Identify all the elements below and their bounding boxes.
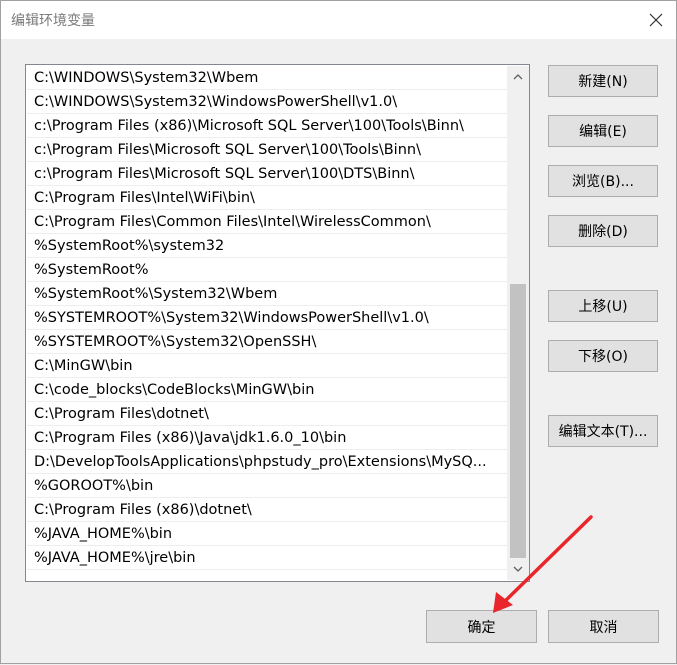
edit-text-button[interactable]: 编辑文本(T)... [548, 415, 658, 447]
scrollbar-thumb[interactable] [510, 284, 526, 558]
cancel-button[interactable]: 取消 [548, 610, 659, 643]
path-list-item[interactable]: c:\Program Files\Microsoft SQL Server\10… [27, 162, 507, 186]
path-list-item[interactable]: %SystemRoot%\system32 [27, 234, 507, 258]
close-icon [649, 13, 663, 27]
path-list-item[interactable]: c:\Program Files\Microsoft SQL Server\10… [27, 138, 507, 162]
path-list-item[interactable]: C:\WINDOWS\System32\Wbem [27, 66, 507, 90]
path-list-item[interactable]: C:\Program Files\Intel\WiFi\bin\ [27, 186, 507, 210]
path-list-item[interactable]: C:\Program Files (x86)\Java\jdk1.6.0_10\… [27, 426, 507, 450]
path-list-item[interactable]: %JAVA_HOME%\jre\bin [27, 546, 507, 570]
path-list-item[interactable]: C:\Program Files\Common Files\Intel\Wire… [27, 210, 507, 234]
path-list-item[interactable]: C:\MinGW\bin [27, 354, 507, 378]
path-list-item[interactable]: %GOROOT%\bin [27, 474, 507, 498]
vertical-scrollbar[interactable] [507, 66, 529, 580]
title-bar: 编辑环境变量 [1, 1, 676, 39]
path-list-item[interactable]: %SYSTEMROOT%\System32\WindowsPowerShell\… [27, 306, 507, 330]
scroll-down-button[interactable] [507, 558, 529, 580]
close-button[interactable] [641, 5, 671, 35]
path-list-item[interactable]: C:\WINDOWS\System32\WindowsPowerShell\v1… [27, 90, 507, 114]
path-list-item[interactable]: %SystemRoot% [27, 258, 507, 282]
chevron-up-icon [513, 74, 523, 80]
scroll-up-button[interactable] [507, 66, 529, 88]
chevron-down-icon [513, 566, 523, 572]
delete-button[interactable]: 删除(D) [548, 215, 658, 247]
window-title: 编辑环境变量 [11, 13, 95, 29]
path-list-item[interactable]: C:\Program Files\dotnet\ [27, 402, 507, 426]
path-list-item[interactable]: %JAVA_HOME%\bin [27, 522, 507, 546]
path-list-item[interactable]: c:\Program Files (x86)\Microsoft SQL Ser… [27, 114, 507, 138]
path-list-rows: C:\WINDOWS\System32\Wbem C:\WINDOWS\Syste… [27, 66, 507, 570]
path-list-item[interactable]: C:\code_blocks\CodeBlocks\MinGW\bin [27, 378, 507, 402]
path-list-item[interactable]: %SystemRoot%\System32\Wbem [27, 282, 507, 306]
browse-button[interactable]: 浏览(B)... [548, 165, 658, 197]
new-button[interactable]: 新建(N) [548, 65, 658, 97]
edit-button[interactable]: 编辑(E) [548, 115, 658, 147]
move-down-button[interactable]: 下移(O) [548, 340, 658, 372]
path-list[interactable]: C:\WINDOWS\System32\Wbem C:\WINDOWS\Syste… [25, 64, 530, 582]
move-up-button[interactable]: 上移(U) [548, 290, 658, 322]
path-list-item[interactable]: %SYSTEMROOT%\System32\OpenSSH\ [27, 330, 507, 354]
edit-environment-variable-dialog: 编辑环境变量 C:\WINDOWS\System32\Wbem C:\WINDOW… [0, 0, 677, 664]
path-list-item[interactable]: C:\Program Files (x86)\dotnet\ [27, 498, 507, 522]
path-list-item[interactable]: D:\DevelopToolsApplications\phpstudy_pro… [27, 450, 507, 474]
ok-button[interactable]: 确定 [426, 610, 537, 643]
